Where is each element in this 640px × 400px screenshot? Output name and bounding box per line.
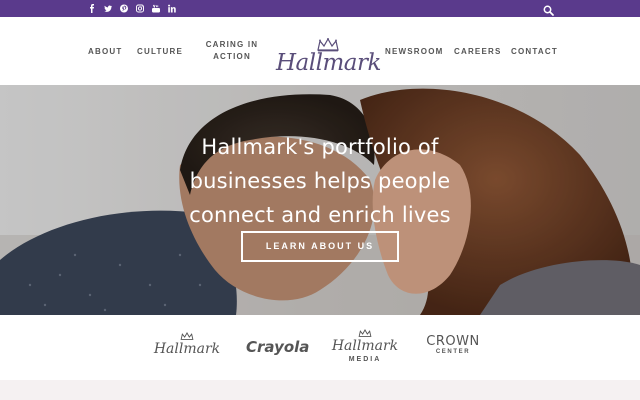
brand-logos: Hallmark Crayola Hallmark MEDIA CROWN CE… <box>0 315 640 380</box>
hero-line-1: Hallmark's portfolio of <box>201 135 439 159</box>
nav-caring-line1: CARING IN <box>205 40 259 49</box>
nav-caring-in-action[interactable]: CARING IN ACTION <box>204 39 260 63</box>
nav-about[interactable]: ABOUT <box>88 46 122 58</box>
main-navigation: ABOUT CULTURE CARING IN ACTION Hallmark … <box>0 17 640 85</box>
brand-hallmark-media[interactable]: Hallmark MEDIA <box>330 329 400 369</box>
hero-banner: Hallmark's portfolio of businesses helps… <box>0 85 640 315</box>
learn-about-us-button[interactable]: LEARN ABOUT US <box>241 231 399 262</box>
pinterest-icon[interactable] <box>120 4 128 13</box>
brand-crown-center-label: CROWN <box>426 334 480 349</box>
nav-contact[interactable]: CONTACT <box>511 46 558 58</box>
nav-careers[interactable]: CAREERS <box>454 46 502 58</box>
section-divider <box>0 380 640 400</box>
twitter-icon[interactable] <box>104 4 112 13</box>
brand-hallmark-label: Hallmark <box>153 341 221 357</box>
brand-hallmark-media-label: Hallmark <box>331 338 399 354</box>
social-links <box>88 0 176 17</box>
crown-icon <box>180 332 194 340</box>
nav-caring-line2: ACTION <box>213 52 251 61</box>
nav-culture[interactable]: CULTURE <box>137 46 183 58</box>
nav-newsroom[interactable]: NEWSROOM <box>385 46 444 58</box>
facebook-icon[interactable] <box>88 4 96 13</box>
hero-line-2: businesses helps people <box>189 169 451 193</box>
hallmark-logo[interactable]: Hallmark <box>276 38 381 82</box>
instagram-icon[interactable] <box>136 4 144 13</box>
brand-crown-center-sub: CENTER <box>435 349 471 355</box>
brand-crayola[interactable]: Crayola <box>246 335 309 359</box>
social-top-bar <box>0 0 640 17</box>
logo-wordmark: Hallmark <box>276 50 381 76</box>
search-icon[interactable] <box>543 3 554 16</box>
brand-hallmark-media-sub: MEDIA <box>348 356 382 363</box>
hero-headline: Hallmark's portfolio of businesses helps… <box>180 130 460 232</box>
linkedin-icon[interactable] <box>168 4 176 13</box>
youtube-icon[interactable] <box>152 4 160 13</box>
brand-hallmark[interactable]: Hallmark <box>152 332 222 362</box>
crown-icon <box>358 329 372 337</box>
brand-crown-center[interactable]: CROWN CENTER <box>425 334 481 364</box>
hero-line-3: connect and enrich lives <box>189 203 451 227</box>
